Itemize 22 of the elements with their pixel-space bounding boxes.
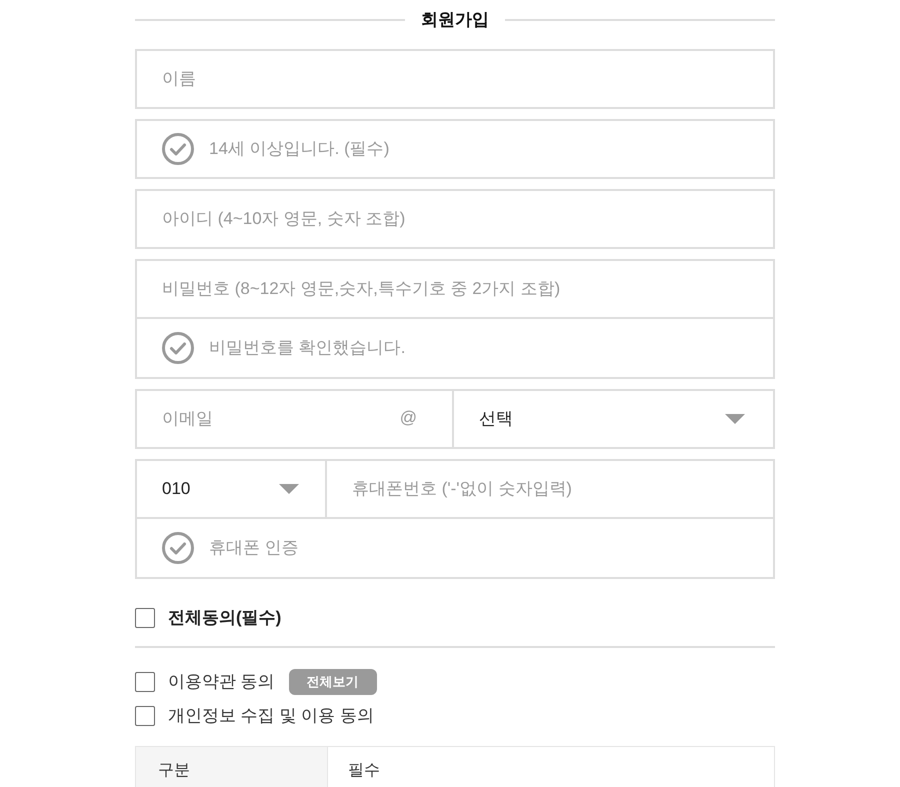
confirm-check-option[interactable]: 비밀번호를 확인했습니다. xyxy=(135,319,775,379)
caret-icon xyxy=(279,484,299,494)
input-field[interactable]: 비밀번호 (8~12자 영문,숫자,특수기호 중 2가지 조합) xyxy=(135,259,775,319)
checkbox[interactable] xyxy=(135,672,155,692)
carrier-select[interactable]: 010 xyxy=(135,459,327,519)
agreement-label: 개인정보 수집 및 이용 동의 xyxy=(168,705,374,727)
table-header-cell: 구분 xyxy=(136,746,328,787)
page-title: 회원가입 xyxy=(421,9,489,32)
view-all-button[interactable]: 전체보기 xyxy=(288,669,377,695)
table-cell-text: 필수 xyxy=(347,760,381,780)
input-field[interactable]: 이름 xyxy=(135,49,775,109)
phone-field[interactable]: 휴대폰번호 ('-'없이 숫자입력) xyxy=(327,459,775,519)
at-sign-label: @ xyxy=(400,407,417,429)
caret-icon xyxy=(725,414,745,424)
input-field[interactable]: 아이디 (4~10자 영문, 숫자 조합) xyxy=(135,189,775,249)
agree-all-label: 전체동의(필수) xyxy=(168,607,282,630)
checkbox[interactable] xyxy=(135,608,155,628)
agreement-label: 이용약관 동의 xyxy=(168,671,275,694)
confirm-check-option[interactable]: 14세 이상입니다. (필수) xyxy=(135,119,775,179)
domain-select[interactable]: 선택 xyxy=(454,389,775,449)
confirm-check-option[interactable]: 휴대폰 인증 xyxy=(135,519,775,579)
checkbox[interactable] xyxy=(135,706,155,726)
